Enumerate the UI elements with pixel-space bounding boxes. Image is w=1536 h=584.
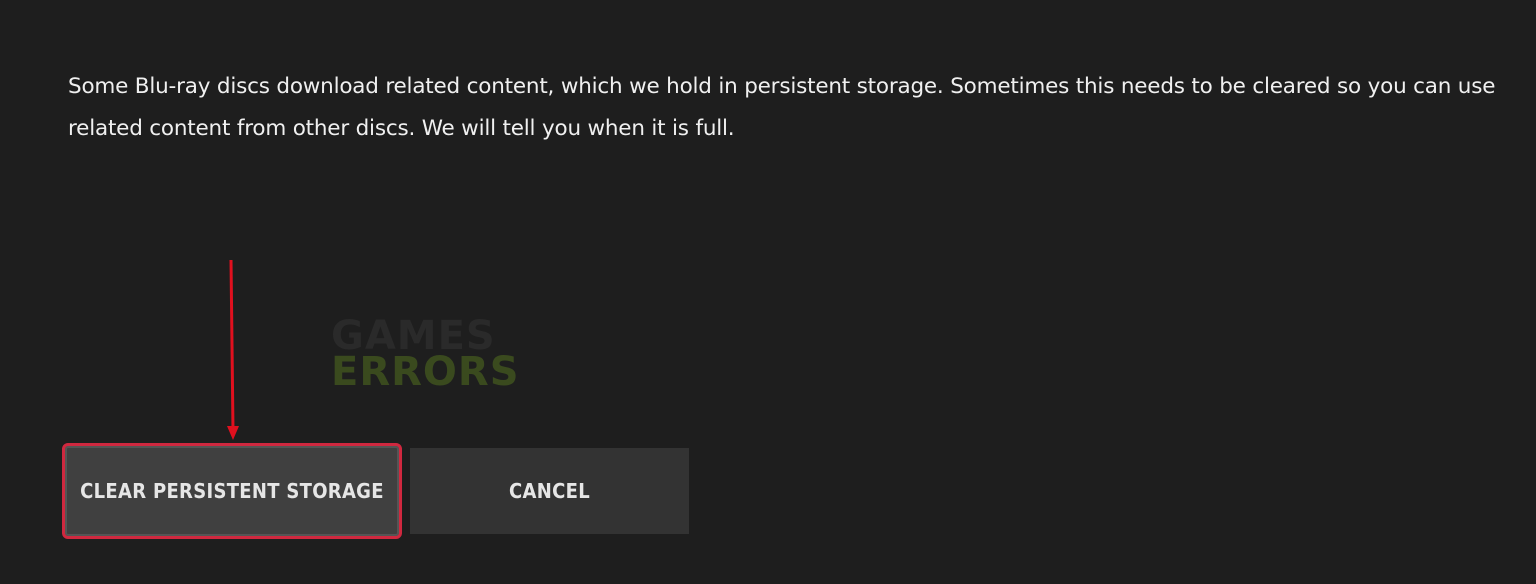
clear-button-label: CLEAR PERSISTENT STORAGE [80,479,384,503]
clear-persistent-storage-button[interactable]: CLEAR PERSISTENT STORAGE [62,443,402,539]
cancel-button-label: CANCEL [509,479,590,503]
cancel-button[interactable]: CANCEL [410,448,689,534]
dialog-message: Some Blu-ray discs download related cont… [68,74,1496,141]
watermark-logo: GAMES ERRORS [331,316,520,395]
annotation-arrow [227,259,239,440]
watermark-line2: ERRORS [331,349,520,395]
